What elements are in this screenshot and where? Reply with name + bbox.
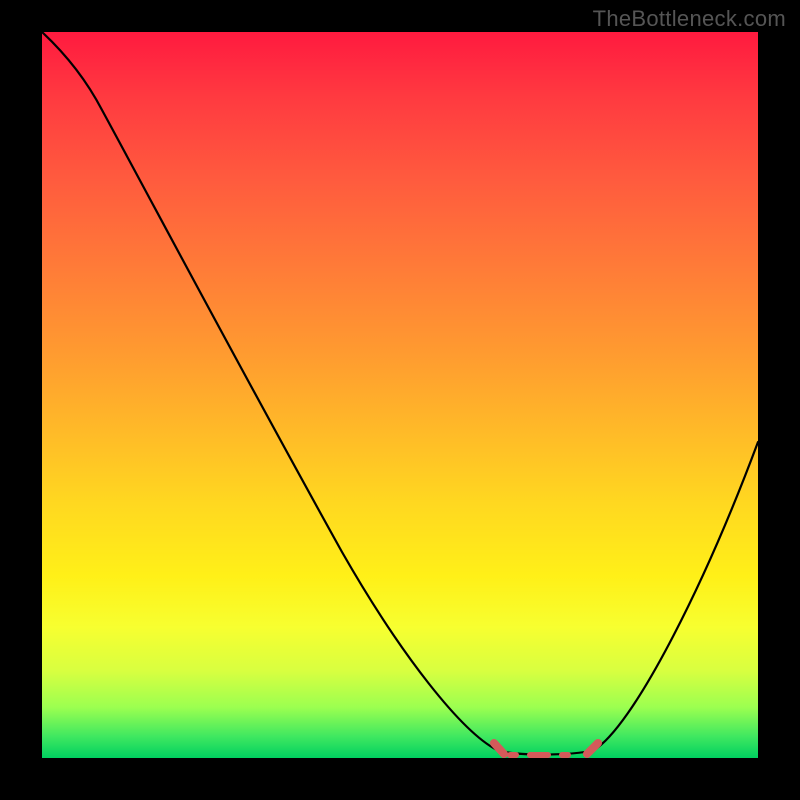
optimal-range-right-mark	[587, 743, 598, 754]
curve-left-branch	[42, 32, 497, 750]
optimal-range-left-mark	[494, 743, 504, 754]
watermark-text: TheBottleneck.com	[593, 6, 786, 32]
chart-frame: TheBottleneck.com	[0, 0, 800, 800]
plot-area	[42, 32, 758, 758]
curve-right-branch	[594, 442, 758, 750]
curve-overlay	[42, 32, 758, 758]
